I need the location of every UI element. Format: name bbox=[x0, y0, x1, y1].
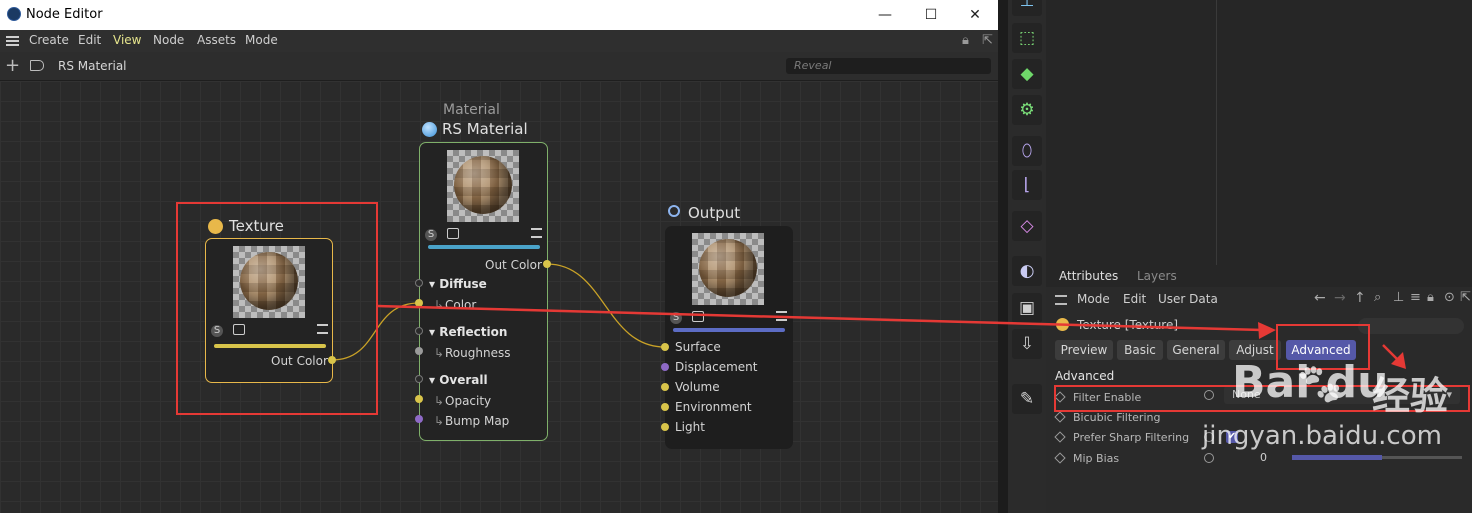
annotation-arrowhead-advanced bbox=[1258, 322, 1276, 339]
annotation-arrow-to-advanced bbox=[377, 304, 1263, 332]
watermark-url: jingyan.baidu.com bbox=[1202, 421, 1442, 451]
baidu-watermark: Bai du 🐾︎ 经验 jingyan.baidu.com bbox=[1202, 357, 1462, 467]
watermark-cn: 经验 bbox=[1372, 374, 1449, 418]
paw-logo-icon: 🐾︎ bbox=[1294, 362, 1345, 408]
